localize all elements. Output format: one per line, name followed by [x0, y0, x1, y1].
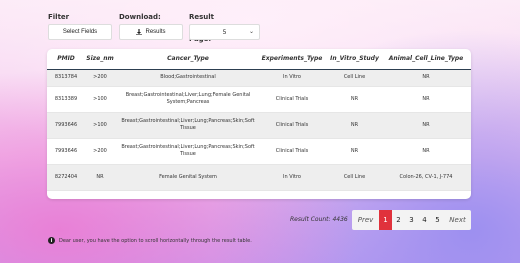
table-cell: 8272404: [47, 164, 85, 191]
table-cell: Breast;Gastrointestinal;Liver;Lung;Femal…: [115, 86, 261, 113]
download-label: Download:: [119, 13, 161, 21]
result-per-page-group: Result Per Page: 5 ⌄: [189, 12, 260, 43]
table-cell: 7993646: [47, 138, 85, 165]
info-icon: i: [48, 237, 55, 244]
page-button-3[interactable]: 3: [405, 210, 418, 230]
results-table: PMID Size_nm Cancer_Type Experiments_Type In…: [47, 49, 471, 191]
scroll-hint: i Dear user, you have the option to scro…: [48, 237, 252, 244]
prev-page-button[interactable]: Prev: [352, 210, 379, 230]
column-header[interactable]: Experiments_Type: [261, 49, 323, 70]
table-cell: Breast;Gastrointestinal;Liver;Lung;Pancr…: [115, 112, 261, 139]
download-icon: [136, 29, 143, 35]
filter-columns-group: Filter Columns: Select Fields: [48, 12, 112, 40]
table-cell: Clinical Trials: [261, 86, 323, 113]
table-body: 8313784 >200 Blood;Gastrointestinal In Vitr…: [47, 69, 471, 191]
select-fields-label: Select Fields: [62, 29, 98, 35]
table-cell: 8313784: [47, 69, 85, 87]
chevron-down-icon: ⌄: [248, 28, 254, 35]
table-cell: Cell Line: [323, 69, 386, 87]
table-header-row: PMID Size_nm Cancer_Type Experiments_Type In…: [47, 49, 471, 70]
table-cell: 7993646: [47, 112, 85, 139]
table-cell: [466, 86, 471, 113]
table-row: 8272404 NR Female Genital System In Vitro Ce…: [47, 164, 471, 191]
table-cell: Clinical Trials: [261, 138, 323, 165]
table-cell: In Vitro: [261, 164, 323, 191]
table-cell: NR: [386, 86, 466, 113]
table-row: 7993646 >200 Breast;Gastrointestinal;Liver…: [47, 138, 471, 165]
table-cell: Breast;Gastrointestinal;Liver;Lung;Pancr…: [115, 138, 261, 165]
table-cell: NR: [85, 164, 115, 191]
column-header[interactable]: PMID: [47, 49, 85, 70]
table-cell: 8313389: [47, 86, 85, 113]
table-cell: >200: [85, 69, 115, 87]
column-header[interactable]: In_Vitro_Study: [323, 49, 386, 70]
table-cell: NR: [386, 112, 466, 139]
table-cell: NR: [386, 138, 466, 165]
table-cell: Female Genital System: [115, 164, 261, 191]
table-cell: Blood;Gastrointestinal: [115, 69, 261, 87]
table-cell: NR: [323, 112, 386, 139]
result-per-page-value: 5: [222, 28, 227, 36]
column-header[interactable]: Size_nm: [85, 49, 115, 70]
table-row: 8313389 >100 Breast;Gastrointestinal;Liver…: [47, 86, 471, 113]
table-cell: In Vitro: [261, 69, 323, 87]
result-per-page-label: Result Per Page:: [189, 13, 215, 43]
table-cell: Colon-26, CV-1, J-774: [386, 164, 466, 191]
table-cell: Cell Line: [323, 164, 386, 191]
table-cell: NR: [323, 86, 386, 113]
select-fields-button[interactable]: Select Fields: [48, 24, 112, 40]
table-cell: NR: [323, 138, 386, 165]
column-header[interactable]: Animal_Cell_Line_Type: [386, 49, 466, 70]
download-group: Download: Results: [119, 12, 183, 40]
table-cell: >100: [85, 86, 115, 113]
page-numbers: 12345: [379, 210, 444, 230]
table-cell: Clinical Trials: [261, 112, 323, 139]
table-row: 7993646 >100 Breast;Gastrointestinal;Liver…: [47, 112, 471, 139]
next-page-button[interactable]: Next: [444, 210, 471, 230]
table-cell: [466, 164, 471, 191]
download-results-button[interactable]: Results: [119, 24, 183, 40]
column-header[interactable]: Cancer_Type: [115, 49, 261, 70]
table-cell: >200: [85, 138, 115, 165]
results-table-card[interactable]: PMID Size_nm Cancer_Type Experiments_Type In…: [47, 49, 471, 199]
result-per-page-select[interactable]: 5 ⌄: [189, 24, 260, 40]
pagination: Prev 12345 Next: [352, 210, 471, 230]
table-cell: >100: [85, 112, 115, 139]
table-cell: [466, 69, 471, 87]
page-button-1[interactable]: 1: [379, 210, 392, 230]
table-cell: [466, 112, 471, 139]
page-button-5[interactable]: 5: [431, 210, 444, 230]
result-count: Result Count: 4436: [290, 216, 348, 223]
table-row: 8313784 >200 Blood;Gastrointestinal In Vitr…: [47, 69, 471, 87]
page-button-2[interactable]: 2: [392, 210, 405, 230]
column-header[interactable]: I: [466, 49, 471, 70]
results-label: Results: [145, 29, 166, 35]
page-button-4[interactable]: 4: [418, 210, 431, 230]
filter-columns-label: Filter Columns:: [48, 13, 85, 32]
table-cell: NR: [386, 69, 466, 87]
table-cell: [466, 138, 471, 165]
scroll-hint-text: Dear user, you have the option to scroll…: [59, 237, 252, 244]
